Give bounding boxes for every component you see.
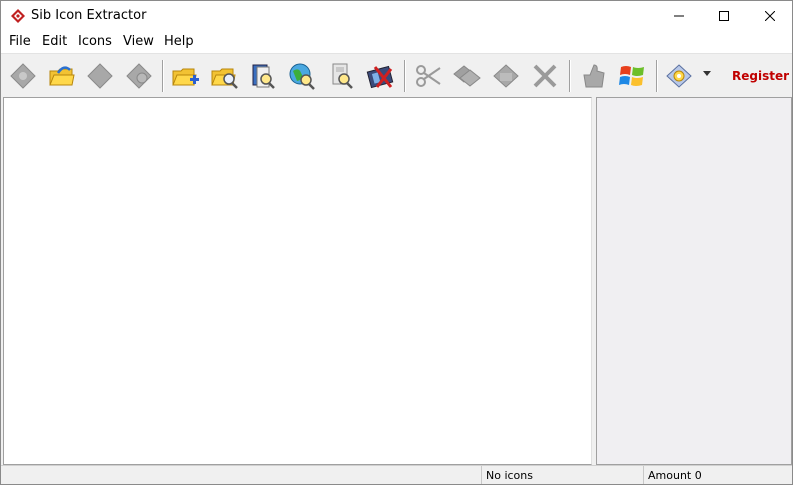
menu-file[interactable]: File [9,34,31,49]
toolbar: Register [1,53,792,98]
cut-button[interactable] [411,59,445,93]
menu-bar: File Edit Icons View Help [1,31,792,53]
paste-icon [126,63,152,89]
open-folder-button[interactable] [44,59,78,93]
copy-button[interactable] [83,59,117,93]
preview-pane[interactable] [596,97,792,465]
status-icons-count: No icons [481,466,644,484]
find-files-button[interactable] [246,59,280,93]
status-bar: No icons Amount 0 [1,465,792,484]
status-amount: Amount 0 [643,466,788,484]
window-title: Sib Icon Extractor [31,8,147,23]
add-folder-icon [172,68,199,86]
close-button[interactable] [747,1,792,31]
add-folder-button[interactable] [168,59,202,93]
filmstrip-icon [366,65,394,89]
options-icon [666,64,692,88]
toolbar-separator [404,60,406,92]
paste-icon [493,64,519,88]
register-button[interactable]: Register [732,69,789,83]
save-icons-icon [10,63,36,89]
toolbar-separator [656,60,658,92]
menu-help[interactable]: Help [164,34,194,49]
cut-icon [416,65,441,87]
close-icon [765,11,775,21]
status-cell-main [1,466,481,484]
chevron-down-icon[interactable] [702,68,712,78]
copy-icon [453,65,481,87]
maximize-button[interactable] [701,1,747,31]
open-folder-icon [49,66,75,86]
extract-button[interactable] [324,59,358,93]
paste-button-2[interactable] [489,59,523,93]
menu-view[interactable]: View [123,34,154,49]
delete-icon [533,64,557,88]
search-web-button[interactable] [285,59,319,93]
options-button[interactable] [662,59,696,93]
extract-icon [332,63,353,89]
windows-logo-icon [619,66,644,86]
rate-button[interactable] [576,59,610,93]
minimize-icon [674,15,684,17]
minimize-button[interactable] [656,1,702,31]
app-icon [11,9,25,23]
search-web-icon [289,63,315,90]
menu-edit[interactable]: Edit [42,34,67,49]
copy-button-2[interactable] [450,59,484,93]
menu-icons[interactable]: Icons [78,34,112,49]
windows-button[interactable] [615,59,649,93]
toolbar-separator [162,60,164,92]
save-icons-button[interactable] [6,59,40,93]
icons-list-pane[interactable] [3,97,592,465]
thumb-up-icon [583,64,605,88]
search-folder-icon [211,68,238,89]
find-files-icon [252,64,275,89]
filmstrip-button[interactable] [363,59,397,93]
maximize-icon [719,11,729,21]
app-window: Sib Icon Extractor File Edit Icons View … [0,0,793,485]
toolbar-separator [569,60,571,92]
copy-icon [87,63,113,89]
search-folder-button[interactable] [207,59,241,93]
paste-button[interactable] [122,59,156,93]
title-bar: Sib Icon Extractor [1,1,792,31]
delete-button[interactable] [528,59,562,93]
